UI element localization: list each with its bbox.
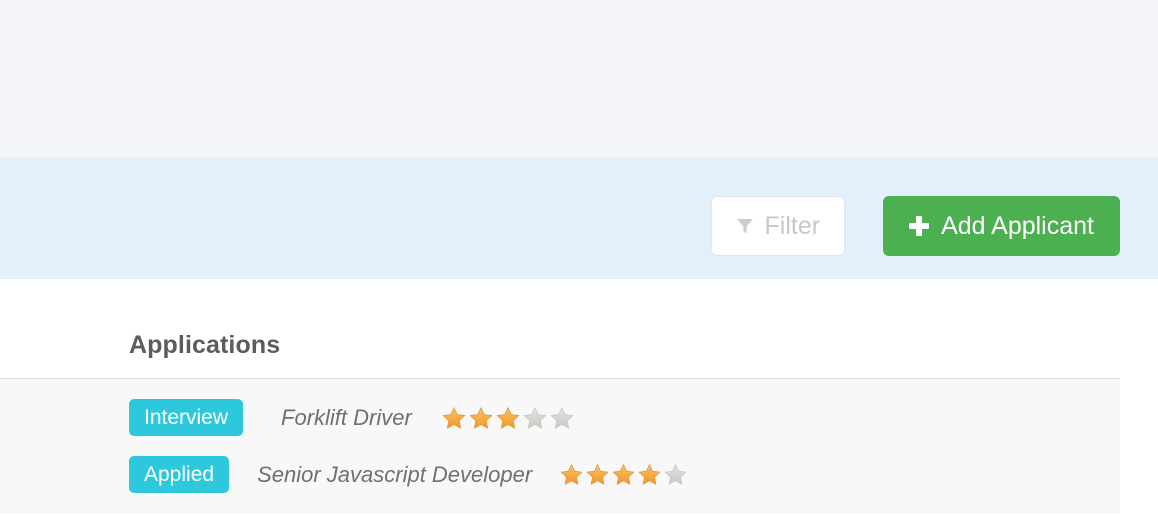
add-applicant-button-label: Add Applicant [941, 211, 1094, 240]
star-empty-icon[interactable] [550, 406, 574, 430]
star-filled-icon[interactable] [612, 463, 635, 486]
star-filled-icon[interactable] [442, 406, 466, 430]
filter-funnel-icon [736, 217, 754, 235]
star-empty-icon[interactable] [523, 406, 547, 430]
job-title[interactable]: Forklift Driver [281, 405, 412, 431]
rating-stars[interactable] [560, 463, 687, 486]
job-title[interactable]: Senior Javascript Developer [257, 462, 532, 488]
application-row[interactable]: Applied Senior Javascript Developer [0, 456, 1120, 493]
application-row[interactable]: Interview Forklift Driver [0, 399, 1120, 436]
action-toolbar-buttons: Filter Add Applicant [710, 196, 1120, 256]
action-toolbar: Filter Add Applicant [0, 157, 1158, 279]
star-filled-icon[interactable] [586, 463, 609, 486]
applications-list: Interview Forklift Driver Applied Senior Ja… [0, 379, 1120, 513]
filter-button-label: Filter [764, 211, 821, 240]
star-filled-icon[interactable] [638, 463, 661, 486]
applicants-page: Filter Add Applicant Applications Interv… [0, 0, 1158, 516]
star-filled-icon[interactable] [560, 463, 583, 486]
rating-stars[interactable] [442, 406, 574, 430]
star-filled-icon[interactable] [496, 406, 520, 430]
star-filled-icon[interactable] [469, 406, 493, 430]
status-badge[interactable]: Applied [129, 456, 230, 493]
applications-panel: Applications Interview Forklift Driver App… [0, 279, 1158, 516]
add-applicant-button[interactable]: Add Applicant [883, 196, 1120, 256]
filter-button[interactable]: Filter [710, 196, 846, 256]
status-badge[interactable]: Interview [129, 399, 244, 436]
star-empty-icon[interactable] [664, 463, 687, 486]
page-top-band [0, 0, 1158, 157]
plus-icon [909, 216, 930, 236]
page-title: Applications [129, 331, 281, 359]
